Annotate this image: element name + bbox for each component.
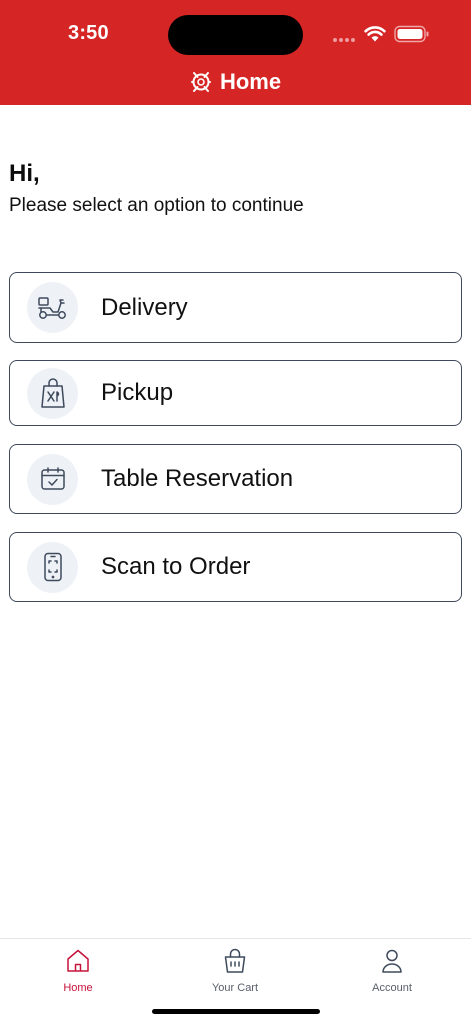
calendar-check-icon — [40, 467, 65, 490]
shopping-bag-utensils-icon — [40, 378, 65, 408]
tab-label: Your Cart — [211, 982, 259, 994]
signal-icon — [333, 38, 355, 42]
tab-label: Home — [63, 982, 93, 994]
dynamic-island — [168, 15, 303, 55]
greeting-subtitle: Please select an option to continue — [9, 195, 304, 216]
user-icon — [382, 949, 402, 973]
option-table-reservation[interactable]: Table Reservation — [9, 444, 462, 514]
tab-account[interactable]: Account — [332, 947, 452, 1003]
option-label: Delivery — [101, 293, 188, 321]
option-delivery[interactable]: Delivery — [9, 272, 462, 343]
option-label: Pickup — [101, 379, 174, 406]
nav-bar: Home — [0, 64, 471, 100]
tab-home[interactable]: Home — [18, 947, 138, 1003]
brand-logo-icon — [190, 72, 211, 92]
status-time: 3:50 — [68, 22, 109, 44]
app-header: 3:50 Home — [0, 0, 471, 105]
option-pickup[interactable]: Pickup — [9, 360, 462, 426]
wifi-icon — [364, 26, 386, 42]
home-icon — [67, 949, 89, 972]
tab-label: Account — [372, 982, 412, 994]
battery-icon — [394, 25, 429, 43]
option-scan-to-order[interactable]: Scan to Order — [9, 532, 462, 602]
home-indicator — [152, 1009, 320, 1014]
cart-bag-icon — [224, 948, 246, 973]
option-icon-bg — [27, 541, 78, 593]
greeting-title: Hi, — [9, 160, 40, 187]
page-title: Home — [219, 69, 282, 94]
option-icon-bg — [27, 367, 78, 419]
phone-scan-icon — [43, 552, 62, 582]
tab-your-cart[interactable]: Your Cart — [175, 947, 295, 1003]
option-label: Table Reservation — [101, 465, 294, 492]
option-label: Scan to Order — [101, 553, 251, 580]
option-icon-bg — [27, 282, 78, 333]
option-icon-bg — [27, 453, 78, 505]
scooter-icon — [37, 296, 66, 319]
